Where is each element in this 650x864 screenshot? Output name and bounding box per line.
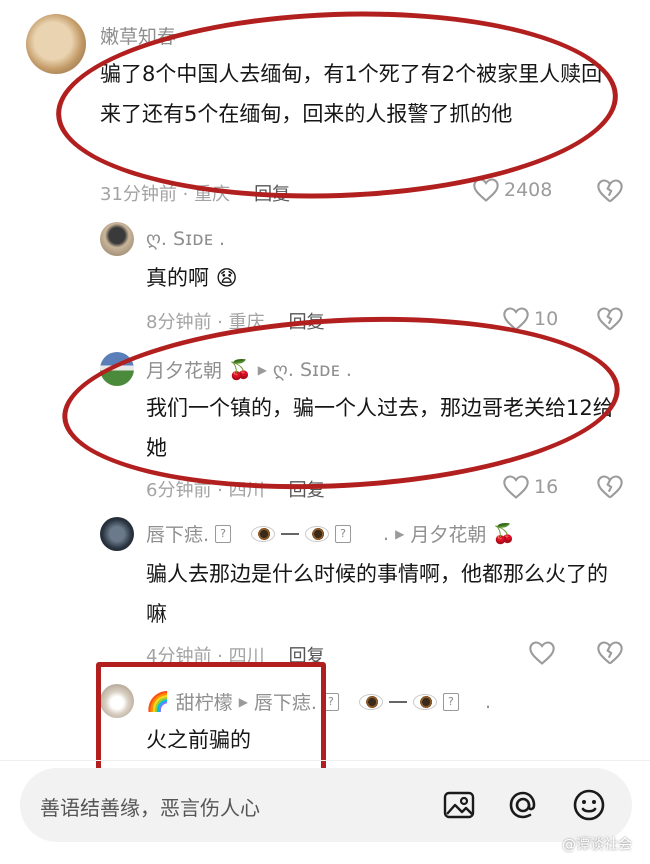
dash-icon [388, 700, 407, 703]
reply-button[interactable]: 回复 [289, 480, 325, 501]
unknown-glyph-icon: ? [335, 524, 352, 543]
eye-icon [305, 525, 330, 542]
comment-text: 骗人去那边是什么时候的事情啊，他都那么火了的嘛 [146, 562, 608, 626]
comment-text: 真的啊 😧 [146, 266, 238, 290]
reply-button[interactable]: 回复 [289, 312, 325, 333]
heart-icon [529, 641, 555, 665]
avatar[interactable] [100, 517, 134, 551]
broken-heart-icon [597, 307, 623, 331]
dislike-button[interactable] [596, 474, 624, 504]
avatar[interactable] [100, 684, 134, 718]
like-button[interactable]: 16 [502, 474, 558, 500]
heart-icon [473, 178, 499, 202]
reply-arrow-icon: ▶ [257, 362, 267, 377]
like-count: 10 [534, 308, 559, 330]
broken-heart-icon [597, 179, 623, 203]
eye-icon [412, 693, 437, 710]
comment-meta: 4分钟前 · 四川 回复 [146, 646, 325, 667]
reply-button[interactable]: 回复 [254, 184, 290, 205]
at-icon [509, 791, 536, 819]
comment-text: 火之前骗的 [146, 728, 251, 752]
like-button[interactable]: 2408 [472, 177, 552, 203]
avatar[interactable] [26, 14, 86, 74]
rainbow-emoji: 🌈 [146, 691, 170, 713]
comment-username[interactable]: ღ. Sɪᴅᴇ . [146, 228, 225, 250]
comment-input[interactable]: 善语结善缘，恶言伤人心 [40, 792, 260, 821]
emoji-button[interactable] [570, 786, 608, 824]
reply-arrow-icon: ▶ [238, 694, 248, 709]
dislike-button[interactable] [596, 178, 624, 208]
smiley-icon [573, 789, 605, 821]
reply-to-username[interactable]: ღ. Sɪᴅᴇ . [273, 359, 352, 381]
like-button[interactable] [528, 640, 560, 666]
comment-text: 骗了8个中国人去缅甸，有1个死了有2个被家里人赎回来了还有5个在缅甸，回来的人报… [100, 62, 603, 126]
avatar[interactable] [100, 352, 134, 386]
dislike-button[interactable] [596, 640, 624, 670]
like-button[interactable]: 10 [502, 306, 558, 332]
comment-username[interactable]: 唇下痣.? ? . ▶ 月夕花朝 🍒 [146, 520, 516, 547]
image-button[interactable] [440, 786, 478, 824]
unknown-glyph-icon: ? [442, 692, 459, 711]
reply-to-username[interactable]: 月夕花朝 [410, 520, 486, 547]
eye-icon [358, 693, 383, 710]
divider [0, 760, 650, 761]
comment-meta: 8分钟前 · 重庆 回复 [146, 312, 325, 333]
unknown-glyph-icon: ? [215, 524, 232, 543]
reply-arrow-icon: ▶ [395, 526, 405, 541]
comment-meta: 6分钟前 · 四川 回复 [146, 480, 325, 501]
comment-meta: 31分钟前 · 重庆 回复 [100, 184, 291, 205]
heart-icon [503, 307, 529, 331]
emoji-surprised: 😧 [215, 266, 238, 290]
cherry-emoji: 🍒 [492, 523, 517, 545]
watermark: @谭谈社会 [562, 837, 632, 853]
comment-text: 我们一个镇的，骗一个人过去，那边哥老关给12给她 [146, 396, 614, 460]
like-count: 2408 [504, 179, 553, 201]
comment-username[interactable]: 嫩草知春 [100, 22, 176, 49]
broken-heart-icon [597, 475, 623, 499]
unknown-glyph-icon: ? [322, 692, 339, 711]
comment-username[interactable]: 🌈 甜柠檬 ▶ 唇下痣.? ? . [146, 688, 491, 715]
reply-button[interactable]: 回复 [289, 646, 325, 667]
reply-to-username[interactable]: 唇下痣. [254, 688, 317, 715]
like-count: 16 [534, 476, 559, 498]
mention-button[interactable] [504, 786, 542, 824]
comment-username[interactable]: 月夕花朝 🍒 ▶ ღ. Sɪᴅᴇ . [146, 356, 352, 383]
eye-icon [251, 525, 276, 542]
image-icon [443, 791, 475, 819]
dislike-button[interactable] [596, 306, 624, 336]
heart-icon [503, 475, 529, 499]
broken-heart-icon [597, 641, 623, 665]
dash-icon [281, 532, 300, 535]
cherry-emoji: 🍒 [228, 359, 252, 381]
avatar[interactable] [100, 222, 134, 256]
comment-input-bar[interactable]: 善语结善缘，恶言伤人心 [20, 768, 632, 842]
